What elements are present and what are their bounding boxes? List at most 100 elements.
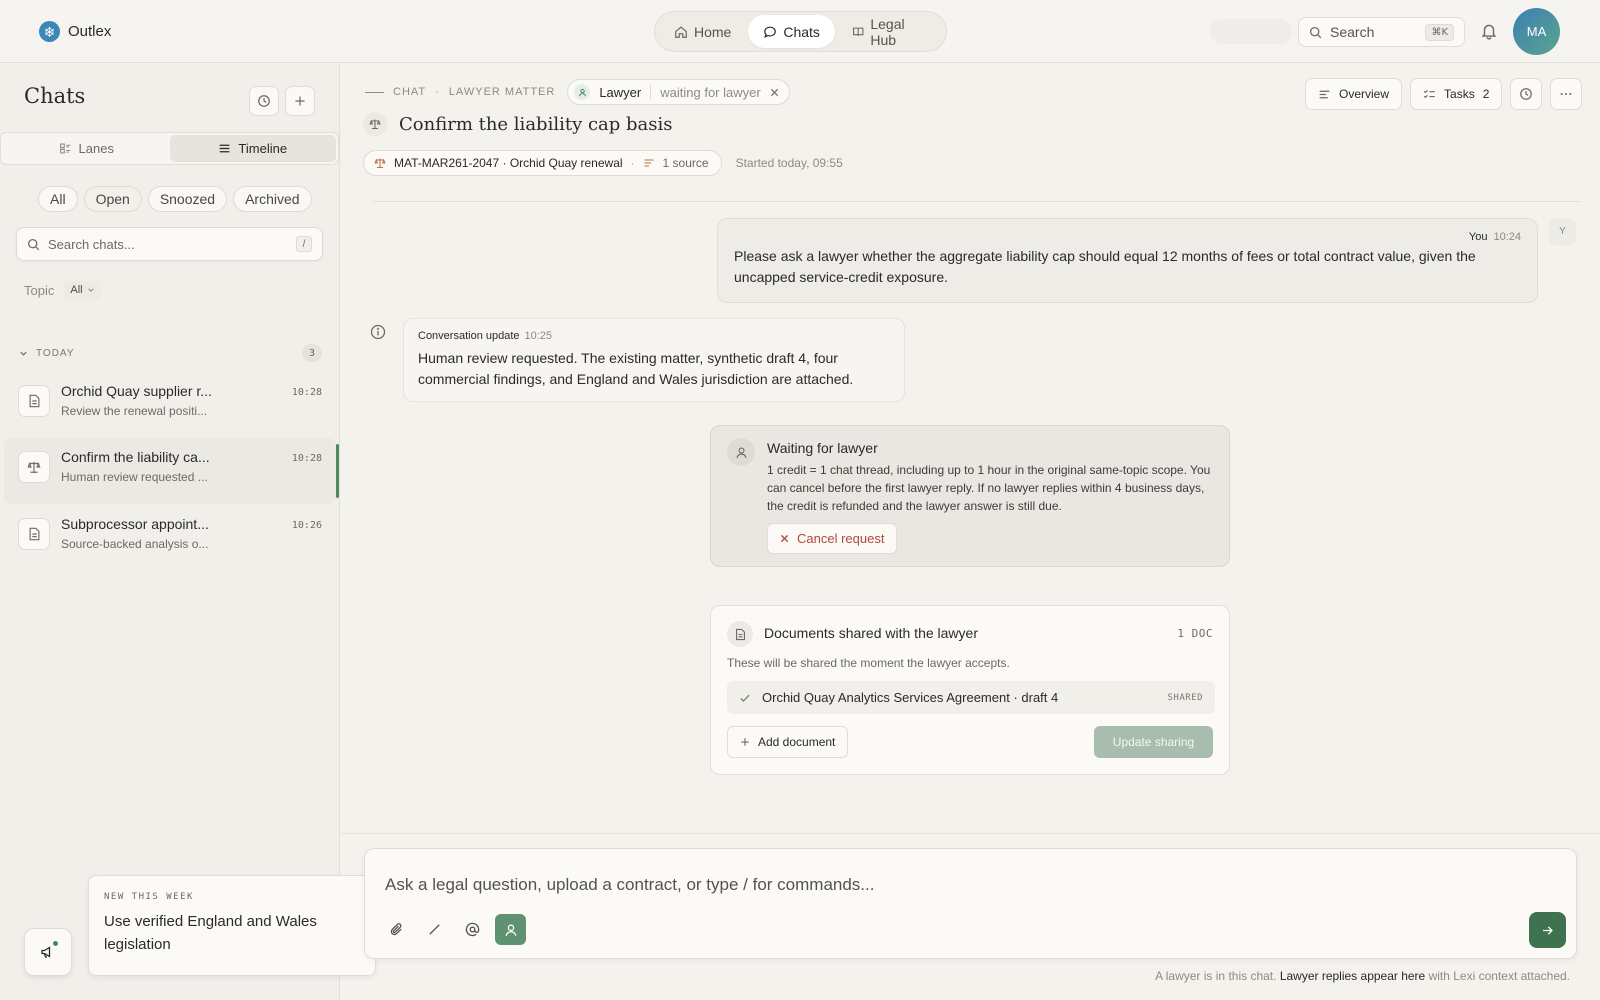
- active-indicator: [336, 444, 339, 498]
- started-timestamp: Started today, 09:55: [735, 156, 843, 170]
- person-icon: [727, 438, 755, 466]
- add-document-button[interactable]: Add document: [727, 726, 849, 758]
- send-button[interactable]: [1529, 912, 1566, 948]
- person-icon: [574, 84, 591, 100]
- chat-list-item-active[interactable]: Confirm the liability ca... Human review…: [4, 438, 339, 504]
- brand[interactable]: ❄ Outlex: [39, 21, 111, 42]
- chat-search-placeholder: Search chats...: [48, 236, 135, 252]
- update-label: Conversation update: [418, 330, 520, 342]
- nav-legal-hub[interactable]: Legal Hub: [837, 15, 942, 48]
- footnote-pre: A lawyer is in this chat.: [1155, 969, 1277, 983]
- tab-timeline[interactable]: Timeline: [169, 135, 336, 162]
- attach-button[interactable]: [381, 914, 412, 945]
- more-options-button[interactable]: [1550, 78, 1583, 110]
- user-message-avatar: Y: [1549, 218, 1576, 245]
- app-name: Outlex: [68, 23, 112, 40]
- update-body: Human review requested. The existing mat…: [418, 350, 854, 387]
- history-button[interactable]: [249, 86, 279, 116]
- whats-new-kicker: NEW THIS WEEK: [104, 892, 194, 902]
- filter-snoozed[interactable]: Snoozed: [147, 186, 228, 212]
- header-divider: [373, 201, 1581, 202]
- lawyer-status: waiting for lawyer: [660, 84, 761, 100]
- topic-select[interactable]: All: [64, 281, 101, 299]
- composer-input[interactable]: Ask a legal question, upload a contract,…: [385, 875, 874, 895]
- document-icon: [18, 518, 50, 550]
- home-icon: [675, 25, 687, 38]
- breadcrumb: CHAT · LAWYER MATTER Lawyer waiting for …: [365, 79, 790, 105]
- cancel-request-button[interactable]: Cancel request: [767, 523, 898, 554]
- waiting-body: 1 credit = 1 chat thread, including up t…: [767, 463, 1211, 513]
- plus-icon: [295, 96, 305, 106]
- message-composer: Ask a legal question, upload a contract,…: [364, 848, 1577, 959]
- breadcrumb-chat: CHAT: [393, 86, 427, 98]
- filter-open[interactable]: Open: [83, 186, 142, 212]
- global-search[interactable]: Search ⌘K: [1298, 17, 1465, 47]
- more-horizontal-icon: [1560, 92, 1572, 96]
- group-count-badge: 3: [302, 344, 322, 362]
- update-time: 10:25: [524, 330, 553, 342]
- list-icon: [220, 144, 230, 153]
- at-sign-icon: [465, 922, 480, 937]
- shared-document-row[interactable]: Orchid Quay Analytics Services Agreement…: [727, 681, 1215, 714]
- topic-filter: Topic All: [24, 281, 101, 299]
- sources-count: 1 source: [662, 156, 709, 170]
- nav-legal-hub-label: Legal Hub: [870, 15, 905, 48]
- slash-icon: [429, 924, 440, 935]
- lawyer-mode-toggle[interactable]: [495, 914, 526, 945]
- breadcrumb-matter: LAWYER MATTER: [448, 86, 556, 98]
- message-body: Please ask a lawyer whether the aggregat…: [734, 248, 1476, 285]
- whats-new-card[interactable]: NEW THIS WEEK Use verified England and W…: [88, 875, 376, 976]
- update-sharing-button[interactable]: Update sharing: [1094, 726, 1213, 758]
- chat-title: Confirm the liability cap basis: [399, 113, 673, 135]
- nav-chats[interactable]: Chats: [748, 15, 835, 48]
- matter-row: MAT-MAR261-2047 · Orchid Quay renewal · …: [363, 150, 843, 176]
- cancel-request-label: Cancel request: [797, 531, 885, 546]
- chat-list-item[interactable]: Orchid Quay supplier r... Review the ren…: [4, 372, 336, 438]
- scales-icon: [18, 451, 50, 483]
- sidebar-title: Chats: [24, 84, 86, 108]
- check-icon: [740, 694, 750, 702]
- lawyer-label: Lawyer: [599, 84, 642, 100]
- shared-documents-card: Documents shared with the lawyer 1 DOC T…: [710, 605, 1230, 775]
- matter-label: MAT-MAR261-2047 · Orchid Quay renewal: [394, 156, 623, 170]
- nav-chats-label: Chats: [783, 23, 820, 40]
- paperclip-icon: [390, 923, 402, 936]
- group-header-today[interactable]: TODAY 3: [19, 344, 322, 362]
- view-toggle: Lanes Timeline: [0, 132, 339, 165]
- status-filters: All Open Snoozed Archived: [38, 186, 312, 212]
- overview-button[interactable]: Overview: [1305, 78, 1403, 110]
- add-document-label: Add document: [758, 735, 836, 749]
- search-icon: [1309, 26, 1322, 38]
- update-meta: Conversation update 10:25: [418, 330, 890, 342]
- filter-archived[interactable]: Archived: [233, 186, 312, 212]
- bell-icon[interactable]: [1480, 22, 1498, 40]
- message-time: 10:24: [1493, 231, 1521, 243]
- close-icon[interactable]: [770, 88, 779, 97]
- search-shortcut-badge: /: [296, 236, 312, 252]
- history-button[interactable]: [1510, 78, 1543, 110]
- chat-title-row: Confirm the liability cap basis: [363, 112, 673, 136]
- lawyer-status-chip[interactable]: Lawyer waiting for lawyer: [567, 79, 790, 105]
- waiting-for-lawyer-card: Waiting for lawyer 1 credit = 1 chat thr…: [710, 425, 1230, 567]
- commands-button[interactable]: [419, 914, 450, 945]
- chip-divider: [650, 85, 652, 99]
- source-lines-icon: [644, 159, 654, 167]
- filter-all[interactable]: All: [38, 186, 78, 212]
- new-chat-button[interactable]: [285, 86, 315, 116]
- clock-icon: [1520, 88, 1533, 100]
- nav-home[interactable]: Home: [659, 15, 746, 48]
- user-avatar[interactable]: MA: [1513, 8, 1560, 55]
- matter-chip[interactable]: MAT-MAR261-2047 · Orchid Quay renewal · …: [363, 150, 722, 176]
- global-search-label: Search: [1330, 24, 1375, 40]
- tab-lanes[interactable]: Lanes: [3, 135, 170, 162]
- separator: ·: [630, 156, 635, 170]
- document-icon: [727, 621, 753, 647]
- waiting-title: Waiting for lawyer: [767, 440, 878, 456]
- announcements-button[interactable]: [24, 928, 72, 976]
- chat-search-input[interactable]: Search chats... /: [16, 227, 323, 261]
- document-icon: [18, 385, 50, 417]
- person-icon: [505, 924, 516, 936]
- mention-button[interactable]: [457, 914, 488, 945]
- tasks-button[interactable]: Tasks 2: [1410, 78, 1503, 110]
- chat-list-item[interactable]: Subprocessor appoint... Source-backed an…: [4, 505, 336, 571]
